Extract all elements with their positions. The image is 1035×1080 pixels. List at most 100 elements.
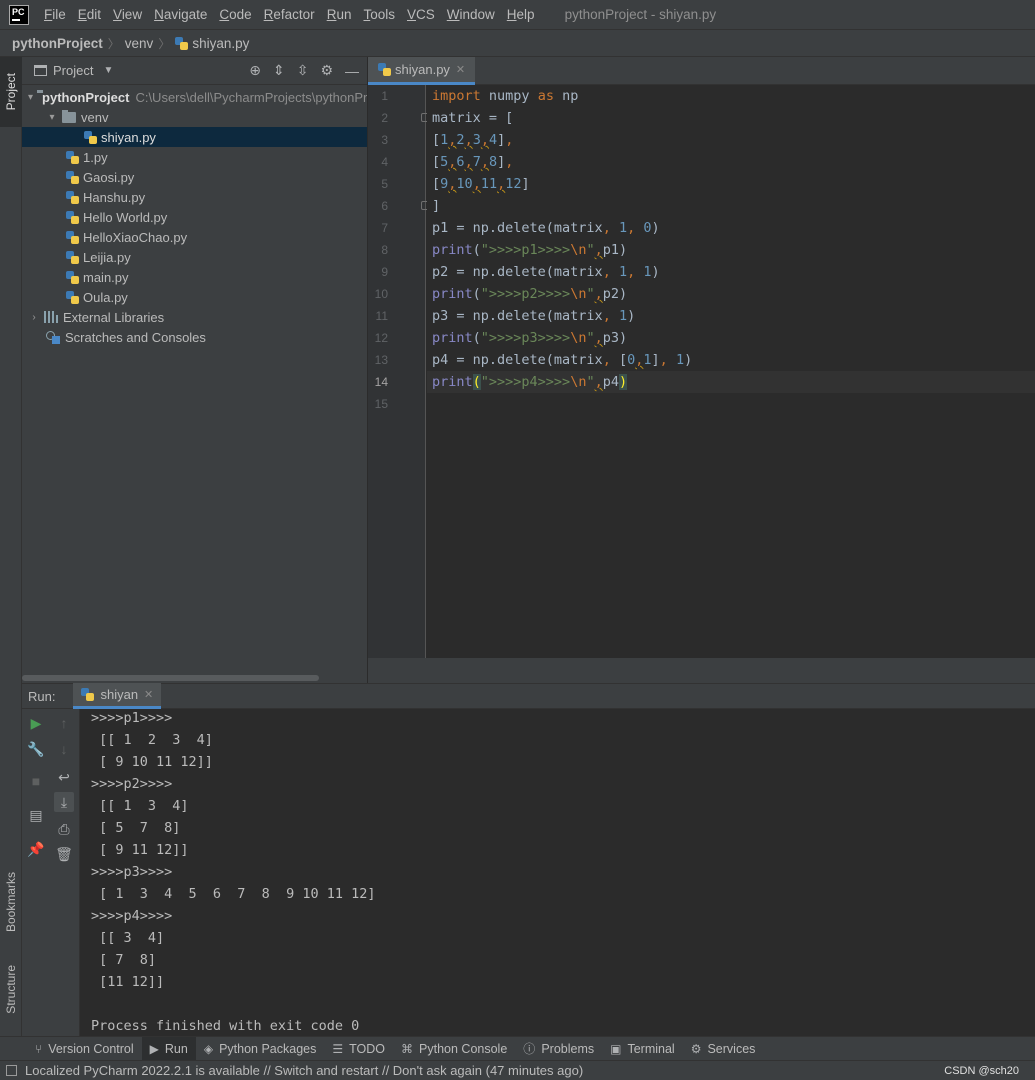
tree-folder-venv[interactable]: ▾ venv (22, 107, 367, 127)
tree-file[interactable]: Leijia.py (22, 247, 367, 267)
menu-file[interactable]: File (44, 7, 66, 22)
tree-file[interactable]: Oula.py (22, 287, 367, 307)
notification-toggle-icon[interactable] (6, 1065, 17, 1076)
chevron-down-icon[interactable]: ▼ (103, 65, 113, 76)
tool-todo[interactable]: ☰ TODO (324, 1037, 393, 1061)
editor-footer (368, 658, 1035, 683)
tool-label: Terminal (627, 1041, 675, 1056)
arrow-down-icon[interactable]: ↓ (54, 739, 74, 759)
collapse-all-icon[interactable]: ⇳ (297, 62, 309, 79)
arrow-up-icon[interactable]: ↑ (54, 713, 74, 733)
horizontal-scrollbar[interactable] (22, 675, 319, 681)
wrench-icon[interactable]: 🔧 (26, 739, 46, 759)
menu-code[interactable]: Code (219, 7, 251, 22)
menu-help[interactable]: Help (507, 7, 535, 22)
menu-navigate[interactable]: Navigate (154, 7, 207, 22)
run-panel-title: Run: (28, 688, 56, 704)
breadcrumb-venv[interactable]: venv (125, 36, 154, 51)
menu-vcs[interactable]: VCS (407, 7, 435, 22)
bookmarks-tool-tab[interactable]: Bookmarks (0, 857, 22, 947)
soft-wrap-icon[interactable]: ↩ (54, 767, 74, 787)
tree-external-libraries[interactable]: › External Libraries (22, 307, 367, 327)
console-line: [ 1 3 4 5 6 7 8 9 10 11 12] (91, 886, 376, 902)
pin-icon[interactable]: 📌 (26, 839, 46, 859)
print-icon[interactable]: ⎙ (54, 819, 74, 839)
tool-version-control[interactable]: ⑂ Version Control (27, 1037, 142, 1061)
code-line-8: print(">>>>p1>>>>\n",p1) (432, 242, 628, 258)
menu-view[interactable]: View (113, 7, 142, 22)
menu-bar: PC File Edit View Navigate Code Refactor… (0, 0, 1035, 29)
structure-tool-tab[interactable]: Structure (0, 952, 22, 1027)
terminal-icon: ▣ (610, 1041, 622, 1056)
tree-file[interactable]: Hanshu.py (22, 187, 367, 207)
info-icon: ⓘ (523, 1042, 536, 1056)
stop-icon[interactable]: ■ (26, 771, 46, 791)
tool-python-console[interactable]: ⌘ Python Console (393, 1037, 515, 1061)
menu-refactor[interactable]: Refactor (264, 7, 315, 22)
console-line: [11 12]] (91, 974, 165, 990)
menu-window[interactable]: Window (447, 7, 495, 22)
tool-terminal[interactable]: ▣ Terminal (602, 1037, 683, 1061)
tool-problems[interactable]: ⓘ Problems (515, 1037, 602, 1061)
status-message[interactable]: Localized PyCharm 2022.2.1 is available … (25, 1063, 583, 1078)
console-line: >>>>p2>>>> (91, 776, 173, 792)
tree-file[interactable]: Hello World.py (22, 207, 367, 227)
tree-file[interactable]: Gaosi.py (22, 167, 367, 187)
breadcrumb-file[interactable]: shiyan.py (192, 36, 249, 51)
editor-tab-bar: shiyan.py ✕ (368, 57, 1035, 85)
hide-icon[interactable]: — (345, 63, 359, 79)
console-line: [ 9 10 11 12]] (91, 754, 213, 770)
tree-root[interactable]: ▾ pythonProject C:\Users\dell\PycharmPro… (22, 87, 367, 107)
tree-root-path: C:\Users\dell\PycharmProjects\pythonProj… (135, 89, 367, 105)
expand-all-icon[interactable]: ⇕ (273, 62, 285, 79)
menu-edit[interactable]: Edit (78, 7, 101, 22)
project-panel-header: Project ▼ ⊕ ⇕ ⇳ ⚙ — (22, 57, 367, 85)
layout-icon[interactable]: ▤ (26, 805, 46, 825)
play-icon: ▶ (149, 1041, 159, 1056)
scroll-to-end-icon[interactable]: ⤓ (54, 792, 74, 812)
menu-tools[interactable]: Tools (363, 7, 395, 22)
console-line: [ 7 8] (91, 952, 157, 968)
chevron-right-icon[interactable]: › (28, 312, 40, 323)
run-tab-shiyan[interactable]: shiyan ✕ (73, 683, 162, 709)
chevron-down-icon[interactable]: ▾ (28, 92, 33, 103)
pycharm-logo-icon: PC (9, 4, 29, 25)
python-file-icon (66, 270, 79, 284)
code-line-14: print(">>>>p4>>>>\n",p4) (432, 374, 628, 390)
chevron-down-icon[interactable]: ▾ (46, 112, 58, 123)
code-line-1: import numpy as np (432, 88, 579, 104)
code-line-3: [1,2,3,4], (432, 132, 514, 148)
menu-run[interactable]: Run (327, 7, 352, 22)
line-number: 4 (381, 155, 388, 169)
tool-label: Run (164, 1041, 188, 1056)
tree-file[interactable]: HelloXiaoChao.py (22, 227, 367, 247)
console-line: [ 9 11 12]] (91, 842, 189, 858)
gear-icon[interactable]: ⚙ (320, 62, 333, 79)
project-panel-title[interactable]: Project (53, 63, 93, 78)
tree-file-selected[interactable]: shiyan.py (22, 127, 367, 147)
code-line-11: p3 = np.delete(matrix, 1) (432, 308, 636, 324)
line-number-current: 14 (374, 375, 388, 389)
console-output[interactable]: >>>>p1>>>> [[ 1 2 3 4] [ 9 10 11 12]] >>… (80, 709, 1035, 1036)
tree-file[interactable]: 1.py (22, 147, 367, 167)
locate-icon[interactable]: ⊕ (249, 62, 261, 79)
tab-shiyan-py[interactable]: shiyan.py ✕ (368, 57, 476, 85)
trash-icon[interactable]: 🗑 (54, 844, 74, 864)
project-tree: ▾ pythonProject C:\Users\dell\PycharmPro… (22, 85, 367, 347)
close-icon[interactable]: ✕ (456, 63, 465, 76)
tree-scratches[interactable]: Scratches and Consoles (22, 327, 367, 347)
breadcrumb-project[interactable]: pythonProject (12, 36, 103, 51)
tree-file[interactable]: main.py (22, 267, 367, 287)
code-editor[interactable]: import numpy as np matrix = [ [1,2,3,4],… (427, 85, 1035, 658)
tool-services[interactable]: ⚙ Services (683, 1037, 764, 1061)
tool-python-packages[interactable]: ◈ Python Packages (196, 1037, 325, 1061)
project-tool-tab[interactable]: Project (0, 57, 22, 127)
tool-run[interactable]: ▶ Run (141, 1036, 196, 1061)
rerun-icon[interactable]: ▶ (26, 713, 46, 733)
python-file-icon (378, 63, 391, 76)
line-number: 11 (375, 309, 388, 323)
window-title: pythonProject - shiyan.py (564, 7, 717, 22)
tool-label: Problems (541, 1041, 595, 1056)
close-icon[interactable]: ✕ (144, 688, 153, 701)
code-line-4: [5,6,7,8], (432, 154, 514, 170)
